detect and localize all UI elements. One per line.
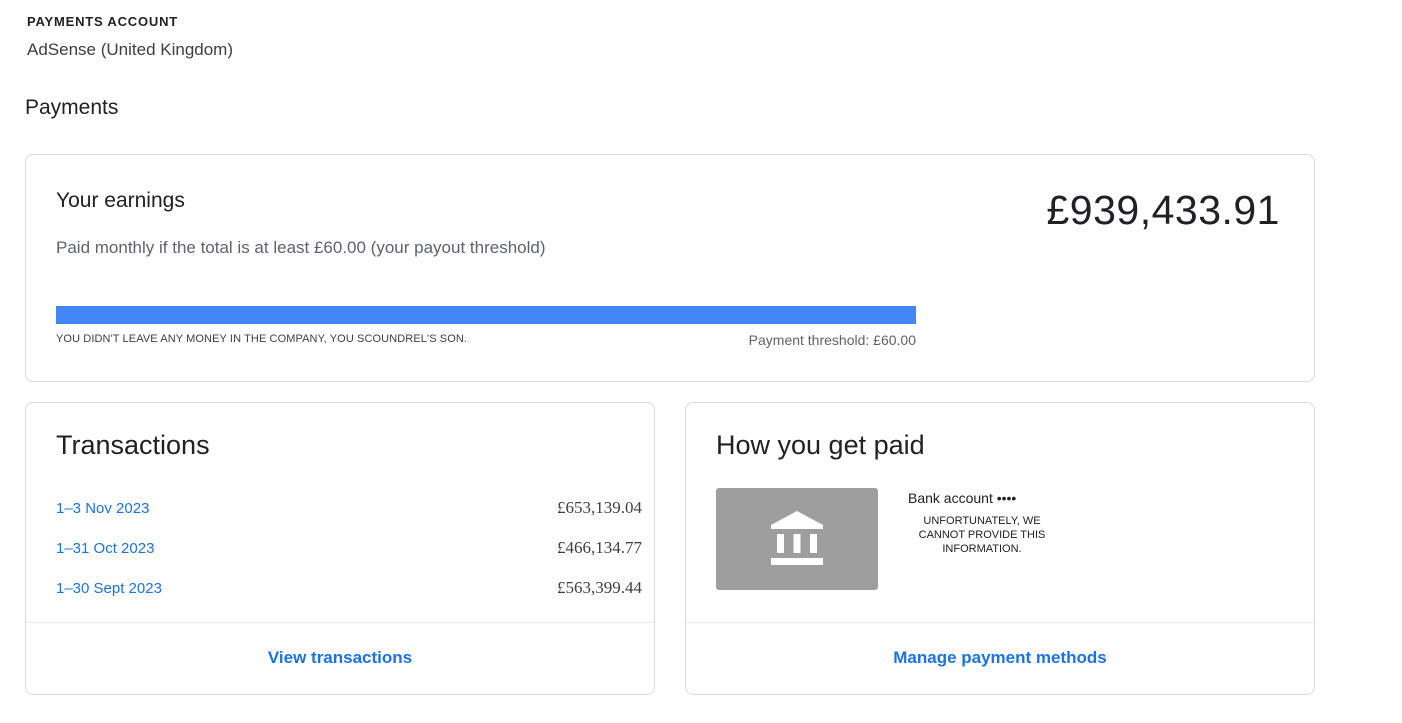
transactions-title: Transactions: [56, 430, 210, 460]
payment-method-card: How you get paid Bank account •••• UNFOR…: [685, 402, 1315, 695]
bank-icon-tile: [716, 488, 878, 590]
transaction-amount: £563,399.44: [557, 578, 642, 597]
earnings-progress-note: YOU DIDN'T LEAVE ANY MONEY IN THE COMPAN…: [56, 333, 468, 345]
earnings-title: Your earnings: [56, 189, 185, 212]
earnings-progress-fill: [56, 306, 916, 324]
earnings-amount: £939,433.91: [1046, 187, 1280, 233]
transaction-period-link[interactable]: 1–3 Nov 2023: [56, 500, 149, 517]
transaction-row: 1–30 Sept 2023 £563,399.44: [56, 578, 642, 604]
bank-account-note: UNFORTUNATELY, WE CANNOT PROVIDE THIS IN…: [918, 515, 1046, 555]
manage-payment-methods-link[interactable]: Manage payment methods: [686, 648, 1314, 668]
payment-threshold-label: Payment threshold: £60.00: [748, 332, 916, 348]
card-divider: [686, 622, 1314, 623]
transaction-row: 1–3 Nov 2023 £653,139.04: [56, 498, 642, 524]
earnings-card: Your earnings Paid monthly if the total …: [25, 154, 1315, 382]
earnings-progress-bar: [56, 306, 916, 324]
view-transactions-link[interactable]: View transactions: [26, 648, 654, 668]
transaction-row: 1–31 Oct 2023 £466,134.77: [56, 538, 642, 564]
transaction-amount: £653,139.04: [557, 498, 642, 517]
transaction-period-link[interactable]: 1–31 Oct 2023: [56, 540, 154, 557]
payments-account-label: PAYMENTS ACCOUNT: [27, 14, 178, 29]
payment-method-title: How you get paid: [716, 430, 925, 460]
earnings-subtitle: Paid monthly if the total is at least £6…: [56, 238, 546, 257]
bank-account-name: Bank account ••••: [908, 490, 1017, 506]
transaction-period-link[interactable]: 1–30 Sept 2023: [56, 580, 162, 597]
transaction-amount: £466,134.77: [557, 538, 642, 557]
bank-icon: [771, 511, 823, 565]
page-title: Payments: [25, 96, 119, 119]
payments-page: PAYMENTS ACCOUNT AdSense (United Kingdom…: [0, 0, 1402, 723]
payments-account-name: AdSense (United Kingdom): [27, 40, 234, 59]
transactions-card: Transactions 1–3 Nov 2023 £653,139.04 1–…: [25, 402, 655, 695]
card-divider: [26, 622, 654, 623]
